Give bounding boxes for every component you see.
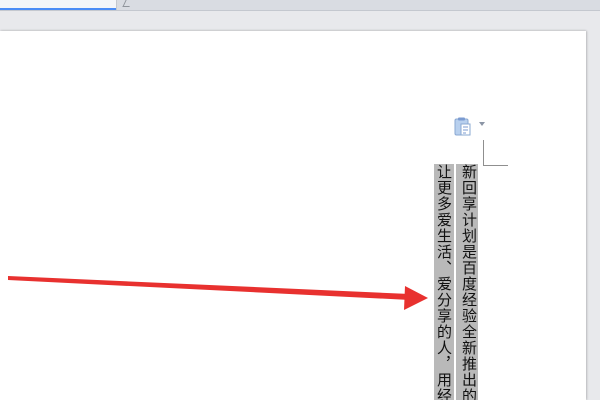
vertical-text-line-1: 新回享计划是百度经验全新推出的 (460, 164, 478, 400)
tab-document[interactable] (0, 0, 117, 10)
selected-text-column-left[interactable]: 让更多爱生活、爱分享的人，用经 (434, 164, 454, 400)
margin-corner-mark-horizontal (483, 165, 508, 166)
tab-separator (122, 0, 133, 7)
selected-text-column-right[interactable]: 新回享计划是百度经验全新推出的 (456, 164, 478, 400)
tab-bar (0, 0, 600, 11)
margin-corner-mark-vertical (483, 140, 484, 165)
paste-options-icon[interactable] (454, 117, 471, 136)
tab-active-indicator (0, 8, 116, 10)
document-page[interactable] (0, 31, 586, 400)
chevron-down-icon[interactable] (479, 122, 485, 126)
vertical-text-line-2: 让更多爱生活、爱分享的人，用经 (435, 164, 453, 400)
